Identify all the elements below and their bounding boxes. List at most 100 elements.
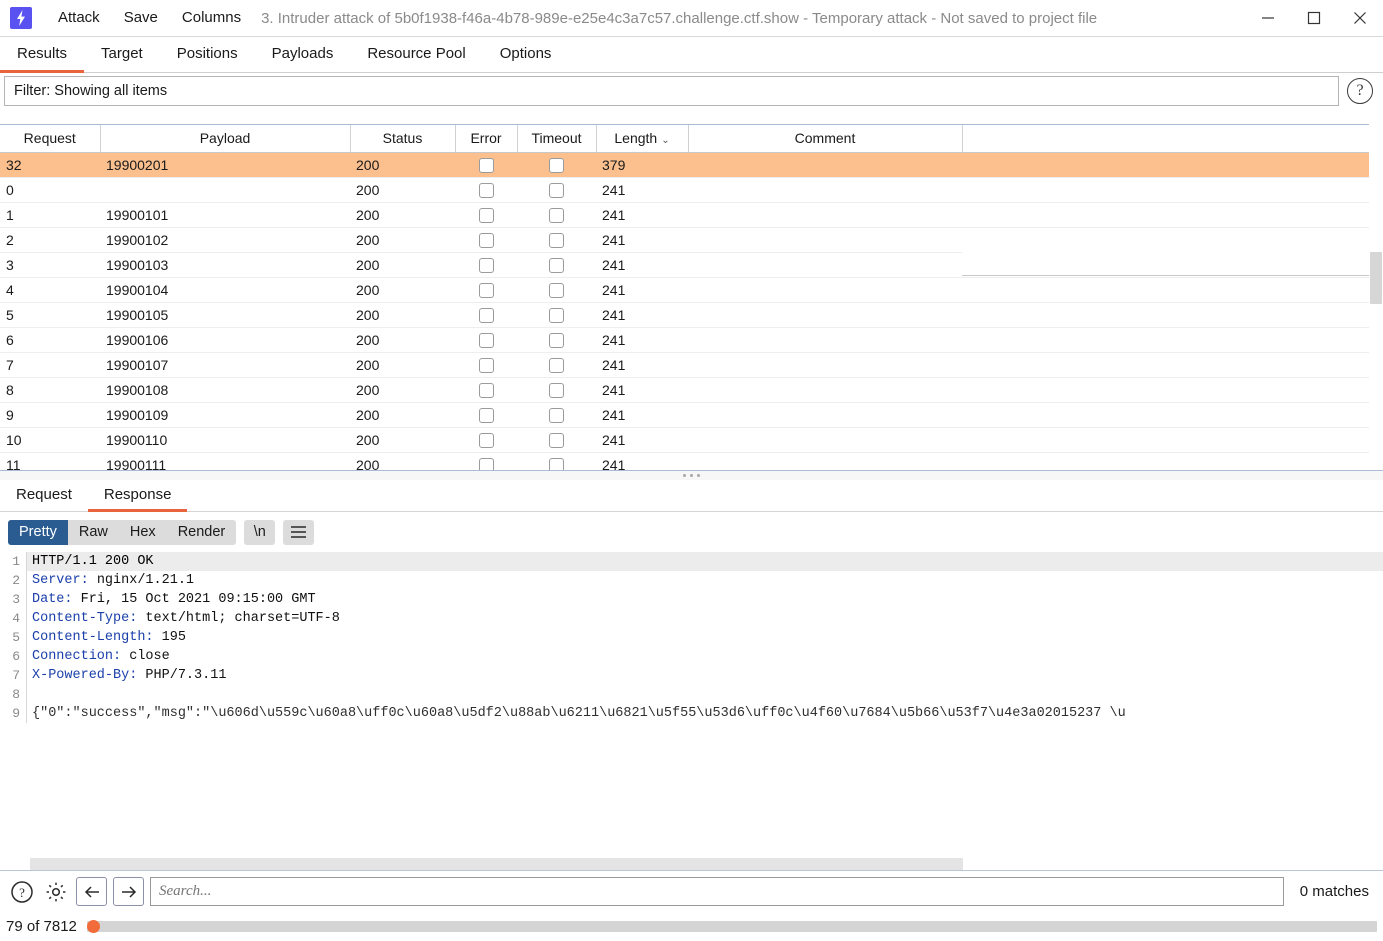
checkbox-icon[interactable] <box>549 207 564 223</box>
checkbox-icon[interactable] <box>549 357 564 373</box>
checkbox-icon[interactable] <box>478 307 494 323</box>
cell-error[interactable] <box>455 352 517 378</box>
cell-timeout[interactable] <box>517 327 596 353</box>
column-header-comment[interactable]: Comment <box>688 125 963 153</box>
filter-input[interactable]: Filter: Showing all items <box>4 76 1339 106</box>
checkbox-icon[interactable] <box>478 257 494 273</box>
hamburger-menu-icon[interactable] <box>283 519 315 545</box>
cell-timeout[interactable] <box>517 152 596 178</box>
cell-error[interactable] <box>455 402 517 428</box>
cell-error[interactable] <box>455 377 517 403</box>
cell-timeout[interactable] <box>517 227 596 253</box>
results-scroll-thumb[interactable] <box>1370 252 1382 304</box>
question-mark-icon[interactable]: ? <box>8 878 36 906</box>
search-next-button[interactable] <box>113 877 144 906</box>
checkbox-icon[interactable] <box>549 382 564 398</box>
table-row[interactable]: 1 19900101 200 241 <box>0 202 1383 228</box>
tab-request[interactable]: Request <box>0 480 88 512</box>
gear-icon[interactable] <box>42 878 70 906</box>
table-row[interactable]: 5 19900105 200 241 <box>0 302 1383 328</box>
results-vertical-scrollbar[interactable] <box>1369 124 1383 472</box>
view-mode-hex[interactable]: Hex <box>118 519 167 545</box>
cell-error[interactable] <box>455 227 517 253</box>
tab-options[interactable]: Options <box>483 37 569 73</box>
maximize-icon[interactable] <box>1291 0 1337 37</box>
panel-splitter[interactable] <box>0 470 1383 480</box>
minimize-icon[interactable] <box>1245 0 1291 37</box>
checkbox-icon[interactable] <box>549 182 564 198</box>
cell-timeout[interactable] <box>517 377 596 403</box>
checkbox-icon[interactable] <box>478 207 494 223</box>
table-row[interactable]: 9 19900109 200 241 <box>0 402 1383 428</box>
checkbox-icon[interactable] <box>549 157 564 173</box>
cell-error[interactable] <box>455 427 517 453</box>
column-header-status[interactable]: Status <box>350 125 456 153</box>
cell-timeout[interactable] <box>517 352 596 378</box>
cell-comment <box>688 202 962 228</box>
response-viewer[interactable]: 1 HTTP/1.1 200 OK 2 Server: nginx/1.21.1 3 Da… <box>0 552 1383 855</box>
close-icon[interactable] <box>1337 0 1383 37</box>
menu-columns[interactable]: Columns <box>170 0 253 36</box>
tab-results[interactable]: Results <box>0 37 85 73</box>
checkbox-icon[interactable] <box>549 232 564 248</box>
column-header-timeout[interactable]: Timeout <box>517 125 597 153</box>
question-mark-icon[interactable]: ? <box>1347 78 1373 104</box>
cell-error[interactable] <box>455 152 517 178</box>
view-mode-raw[interactable]: Raw <box>67 519 119 545</box>
checkbox-icon[interactable] <box>478 332 494 348</box>
cell-error[interactable] <box>455 277 517 303</box>
table-row[interactable]: 7 19900107 200 241 <box>0 352 1383 378</box>
cell-timeout[interactable] <box>517 177 596 203</box>
view-mode-render[interactable]: Render <box>166 519 237 545</box>
table-row[interactable]: 4 19900104 200 241 <box>0 277 1383 303</box>
checkbox-icon[interactable] <box>478 282 494 298</box>
checkbox-icon[interactable] <box>478 407 494 423</box>
cell-error[interactable] <box>455 302 517 328</box>
message-tab-strip: Request Response <box>0 480 1383 512</box>
checkbox-icon[interactable] <box>549 332 564 348</box>
table-row[interactable]: 8 19900108 200 241 <box>0 377 1383 403</box>
checkbox-icon[interactable] <box>478 182 494 198</box>
checkbox-icon[interactable] <box>478 357 494 373</box>
cell-timeout[interactable] <box>517 202 596 228</box>
cell-timeout[interactable] <box>517 277 596 303</box>
view-mode-pretty[interactable]: Pretty <box>8 519 68 545</box>
checkbox-icon[interactable] <box>549 307 564 323</box>
checkbox-icon[interactable] <box>478 157 494 173</box>
cell-error[interactable] <box>455 202 517 228</box>
column-header-error[interactable]: Error <box>455 125 518 153</box>
tab-payloads[interactable]: Payloads <box>255 37 351 73</box>
checkbox-icon[interactable] <box>549 282 564 298</box>
table-row[interactable]: 10 19900110 200 241 <box>0 427 1383 453</box>
tab-response[interactable]: Response <box>87 480 188 512</box>
checkbox-icon[interactable] <box>478 432 494 448</box>
column-header-request[interactable]: Request <box>0 125 101 153</box>
cell-error[interactable] <box>455 327 517 353</box>
cell-timeout[interactable] <box>517 302 596 328</box>
column-header-length[interactable]: Length ⌄ <box>596 125 689 153</box>
cell-error[interactable] <box>455 252 517 278</box>
checkbox-icon[interactable] <box>478 382 494 398</box>
cell-error[interactable] <box>455 177 517 203</box>
menu-attack[interactable]: Attack <box>46 0 112 36</box>
search-previous-button[interactable] <box>76 877 107 906</box>
cell-timeout[interactable] <box>517 402 596 428</box>
checkbox-icon[interactable] <box>478 232 494 248</box>
tab-resource-pool[interactable]: Resource Pool <box>350 37 482 73</box>
table-row[interactable]: 0 200 241 <box>0 177 1383 203</box>
table-row[interactable]: 32 19900201 200 379 <box>0 152 1383 178</box>
search-field[interactable] <box>150 877 1284 906</box>
menu-save[interactable]: Save <box>112 0 170 36</box>
table-row[interactable]: 6 19900106 200 241 <box>0 327 1383 353</box>
tab-target[interactable]: Target <box>84 37 160 73</box>
search-input[interactable] <box>159 883 1275 900</box>
checkbox-icon[interactable] <box>549 407 564 423</box>
tab-positions[interactable]: Positions <box>160 37 255 73</box>
newline-toggle-button[interactable]: \n <box>244 519 276 545</box>
column-header-payload[interactable]: Payload <box>100 125 351 153</box>
table-row[interactable]: 2 19900102 200 241 <box>0 227 1383 253</box>
cell-timeout[interactable] <box>517 252 596 278</box>
cell-timeout[interactable] <box>517 427 596 453</box>
checkbox-icon[interactable] <box>549 432 564 448</box>
checkbox-icon[interactable] <box>549 257 564 273</box>
